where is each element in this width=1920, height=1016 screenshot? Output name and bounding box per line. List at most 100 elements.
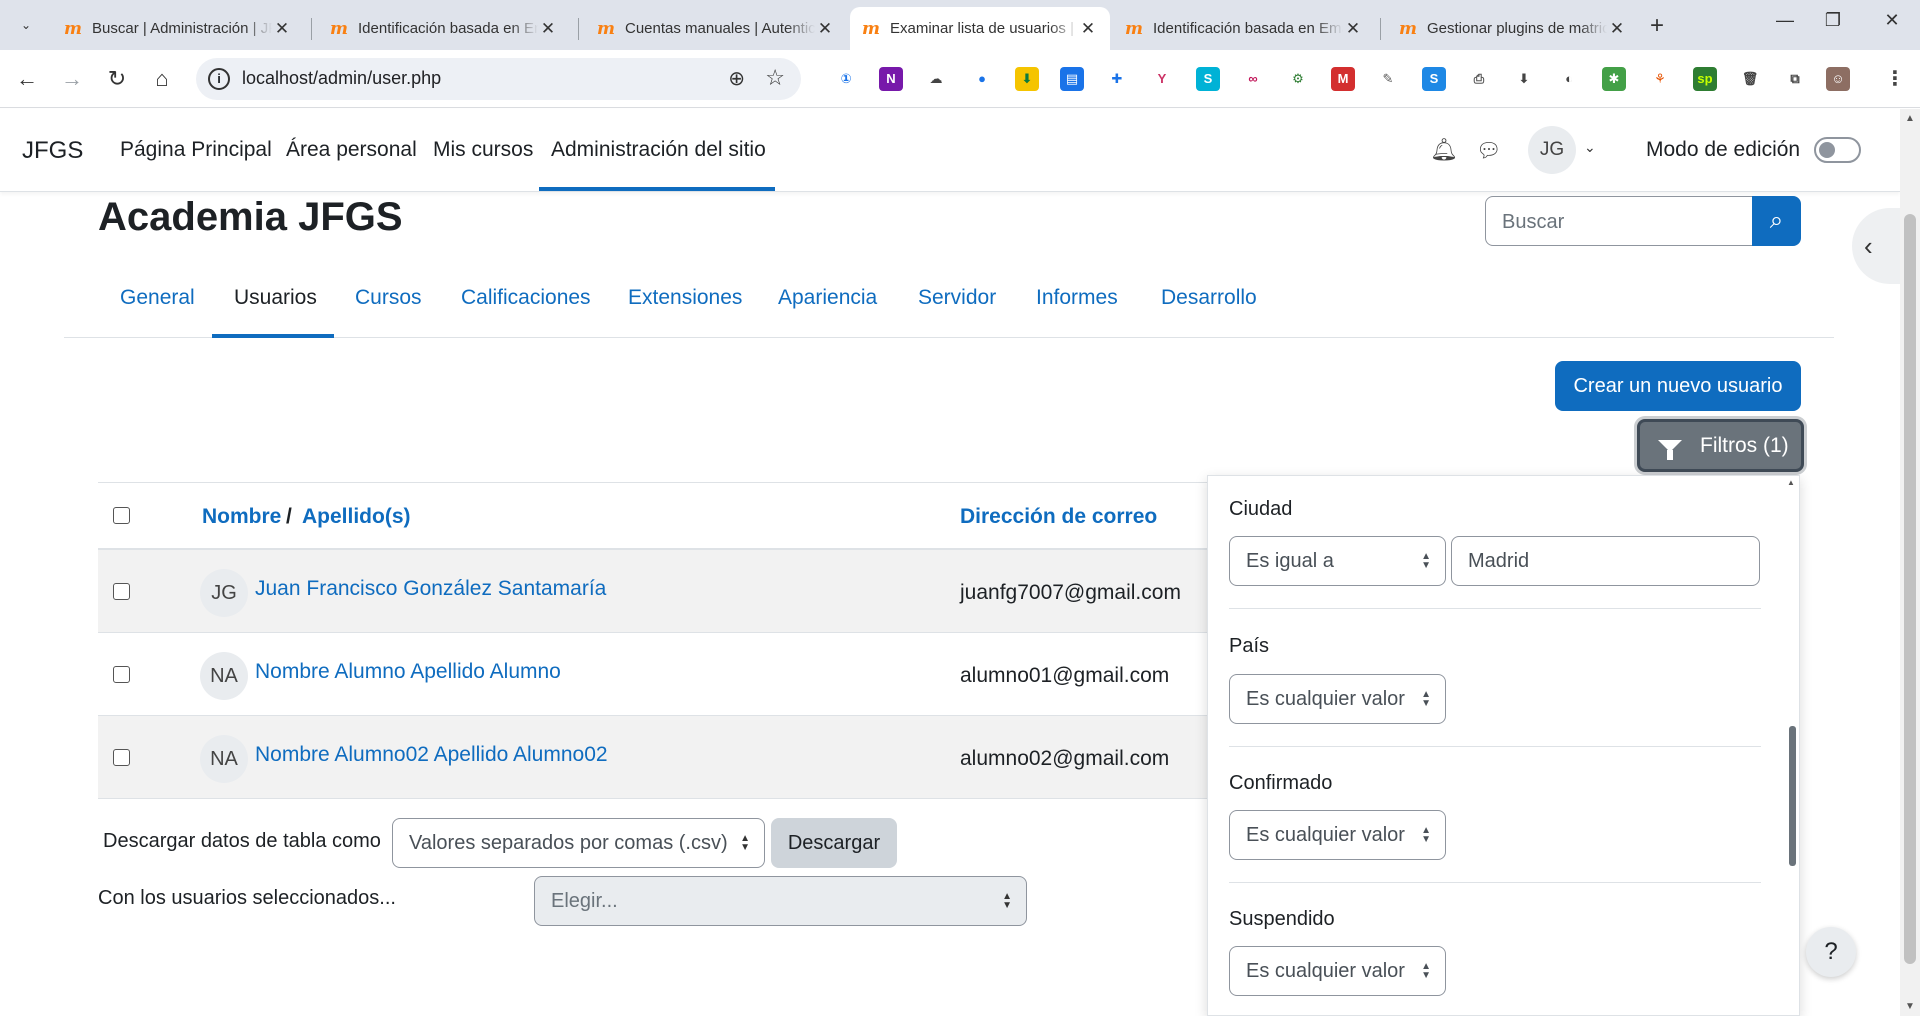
browser-tab[interactable]: m Buscar | Administración | JFGS ✕ <box>52 7 304 50</box>
profile-icon[interactable]: ☺ <box>1826 67 1850 91</box>
close-tab-icon[interactable]: ✕ <box>1343 19 1363 39</box>
messages-chat-icon[interactable]: 💬︎ <box>1476 138 1501 163</box>
cloud-icon[interactable]: ☁ <box>924 67 948 91</box>
note-icon[interactable]: ✎ <box>1376 67 1400 91</box>
nav-dashboard-link[interactable]: Área personal <box>286 138 417 162</box>
onenote-icon[interactable]: N <box>879 67 903 91</box>
scroll-up-icon[interactable]: ▲ <box>1905 113 1915 124</box>
tab-users[interactable]: Usuarios <box>234 286 317 310</box>
doc-plus-icon[interactable]: ✚ <box>1105 67 1129 91</box>
forward-arrow-icon[interactable]: → <box>57 64 87 94</box>
blue-dot-icon[interactable]: ● <box>970 67 994 91</box>
nav-site-admin-link[interactable]: Administración del sitio <box>551 138 766 162</box>
user-name-link[interactable]: Juan Francisco González Santamaría <box>255 577 606 601</box>
user-avatar[interactable]: JG <box>1528 126 1576 174</box>
tab-courses[interactable]: Cursos <box>355 286 422 310</box>
filter-suspended-select[interactable]: Es cualquier valor ▲ ▼ <box>1229 946 1446 996</box>
extensions-puzzle-icon[interactable]: ⧉ <box>1783 67 1807 91</box>
nav-my-courses-link[interactable]: Mis cursos <box>433 138 533 162</box>
sort-first-name-link[interactable]: Nombre <box>202 505 281 529</box>
url-text[interactable]: localhost/admin/user.php <box>242 68 441 89</box>
search-button[interactable]: ⌕ <box>1752 196 1801 246</box>
page-scrollbar-thumb[interactable] <box>1904 214 1916 964</box>
filter-confirmed-select[interactable]: Es cualquier valor ▲ ▼ <box>1229 810 1446 860</box>
nav-home-link[interactable]: Página Principal <box>120 138 272 162</box>
edit-mode-toggle[interactable] <box>1814 137 1861 163</box>
puzzle-green-icon[interactable]: ✱ <box>1602 67 1626 91</box>
chevron-down-icon[interactable]: ⌄ <box>1584 139 1596 156</box>
browser-tab[interactable]: m Cuentas manuales | Autenticación ✕ <box>585 7 847 50</box>
menu-kebab-icon[interactable]: ⋮ <box>1883 67 1907 91</box>
close-tab-icon[interactable]: ✕ <box>272 19 292 39</box>
sp-icon[interactable]: sp <box>1693 67 1717 91</box>
page-scrollbar[interactable]: ▲ ▼ <box>1900 109 1920 1016</box>
site-info-icon[interactable]: i <box>208 68 230 90</box>
minimize-window-icon[interactable]: — <box>1770 10 1800 31</box>
close-tab-icon[interactable]: ✕ <box>815 19 835 39</box>
download-format-select[interactable]: Valores separados por comas (.csv) ▲ ▼ <box>392 818 765 868</box>
arrow-down-icon[interactable]: ⬇ <box>1512 67 1536 91</box>
help-button[interactable]: ? <box>1806 927 1856 977</box>
tree-icon[interactable]: ⚘ <box>1648 67 1672 91</box>
close-tab-icon[interactable]: ✕ <box>1607 19 1627 39</box>
tab-search-chevron-icon[interactable]: ⌄ <box>12 12 40 38</box>
select-all-checkbox[interactable] <box>113 507 130 524</box>
filter-city-value-input[interactable]: Madrid <box>1451 536 1760 586</box>
admin-search-input[interactable]: Buscar <box>1485 196 1753 246</box>
password-manager-icon[interactable]: ① <box>834 67 858 91</box>
panel-scroll-up-icon[interactable]: ▲ <box>1787 478 1795 487</box>
sort-email-link[interactable]: Dirección de correo <box>960 505 1157 529</box>
pdf-icon[interactable]: ⎙ <box>1467 67 1491 91</box>
back-arrow-icon[interactable]: ← <box>12 64 42 94</box>
browser-tab[interactable]: m Gestionar plugins de matriculación ✕ <box>1387 7 1639 50</box>
download-button[interactable]: Descargar <box>771 818 897 868</box>
browser-tab[interactable]: m Identificación basada en Email ✕ <box>318 7 570 50</box>
s-blue-icon[interactable]: S <box>1422 67 1446 91</box>
tab-plugins[interactable]: Extensiones <box>628 286 742 310</box>
user-name-link[interactable]: Nombre Alumno02 Apellido Alumno02 <box>255 743 608 767</box>
create-user-button[interactable]: Crear un nuevo usuario <box>1555 361 1801 411</box>
filters-button[interactable]: Filtros (1) <box>1637 419 1804 472</box>
tab-server[interactable]: Servidor <box>918 286 996 310</box>
s-icon[interactable]: S <box>1196 67 1220 91</box>
reload-icon[interactable]: ↻ <box>102 64 132 94</box>
notifications-bell-icon[interactable]: 🔔︎ <box>1430 137 1458 163</box>
bike-icon[interactable]: ⚙ <box>1286 67 1310 91</box>
save-icon[interactable]: ▤ <box>1060 67 1084 91</box>
address-bar[interactable]: i localhost/admin/user.php ⊕ ☆ <box>196 58 801 100</box>
tab-development[interactable]: Desarrollo <box>1161 286 1257 310</box>
row-checkbox[interactable] <box>113 583 130 600</box>
bulk-action-select[interactable]: Elegir... ▲ ▼ <box>534 876 1027 926</box>
tab-grades[interactable]: Calificaciones <box>461 286 591 310</box>
close-tab-icon[interactable]: ✕ <box>1078 19 1098 39</box>
scroll-down-icon[interactable]: ▼ <box>1905 1001 1915 1012</box>
home-icon[interactable]: ⌂ <box>147 64 177 94</box>
download-green-icon[interactable]: ⬇ <box>1015 67 1039 91</box>
close-window-icon[interactable]: ✕ <box>1877 10 1907 31</box>
bulk-action-value: Elegir... <box>551 890 618 912</box>
dark-mode-icon[interactable]: ◐ <box>1557 67 1581 91</box>
panel-scrollbar-thumb[interactable] <box>1789 726 1796 866</box>
new-tab-button[interactable]: + <box>1650 12 1664 40</box>
filter-country-select[interactable]: Es cualquier valor ▲ ▼ <box>1229 674 1446 724</box>
filter-city-operator-select[interactable]: Es igual a ▲ ▼ <box>1229 536 1446 586</box>
row-checkbox[interactable] <box>113 749 130 766</box>
trash-icon[interactable]: 🗑 <box>1738 67 1762 91</box>
tab-general[interactable]: General <box>120 286 195 310</box>
m-icon[interactable]: M <box>1331 67 1355 91</box>
tab-appearance[interactable]: Apariencia <box>778 286 877 310</box>
bookmark-star-icon[interactable]: ☆ <box>765 65 785 91</box>
user-name-link[interactable]: Nombre Alumno Apellido Alumno <box>255 660 561 684</box>
browser-tab-active[interactable]: m Examinar lista de usuarios | Academia … <box>850 7 1110 50</box>
row-checkbox[interactable] <box>113 666 130 683</box>
close-tab-icon[interactable]: ✕ <box>538 19 558 39</box>
select-arrows-icon: ▲ ▼ <box>1421 961 1431 981</box>
tab-reports[interactable]: Informes <box>1036 286 1118 310</box>
zoom-icon[interactable]: ⊕ <box>728 66 745 91</box>
link-icon[interactable]: ∞ <box>1241 67 1265 91</box>
site-brand[interactable]: JFGS <box>22 137 83 165</box>
leaf-icon[interactable]: Y <box>1150 67 1174 91</box>
sort-last-name-link[interactable]: Apellido(s) <box>302 505 411 529</box>
restore-window-icon[interactable]: ❐ <box>1818 10 1848 31</box>
browser-tab[interactable]: m Identificación basada en Email ✕ <box>1113 7 1375 50</box>
